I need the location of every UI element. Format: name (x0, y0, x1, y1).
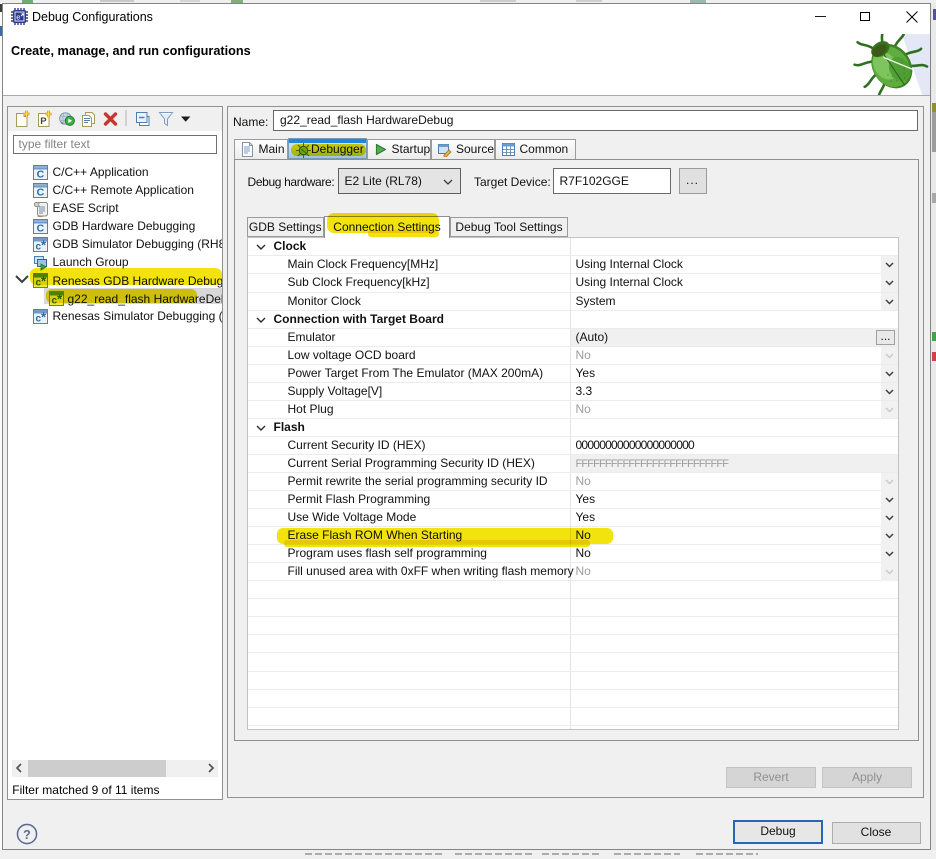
svg-text:e: e (16, 13, 20, 22)
svg-text:?: ? (23, 827, 31, 841)
svg-text:P: P (40, 116, 47, 127)
